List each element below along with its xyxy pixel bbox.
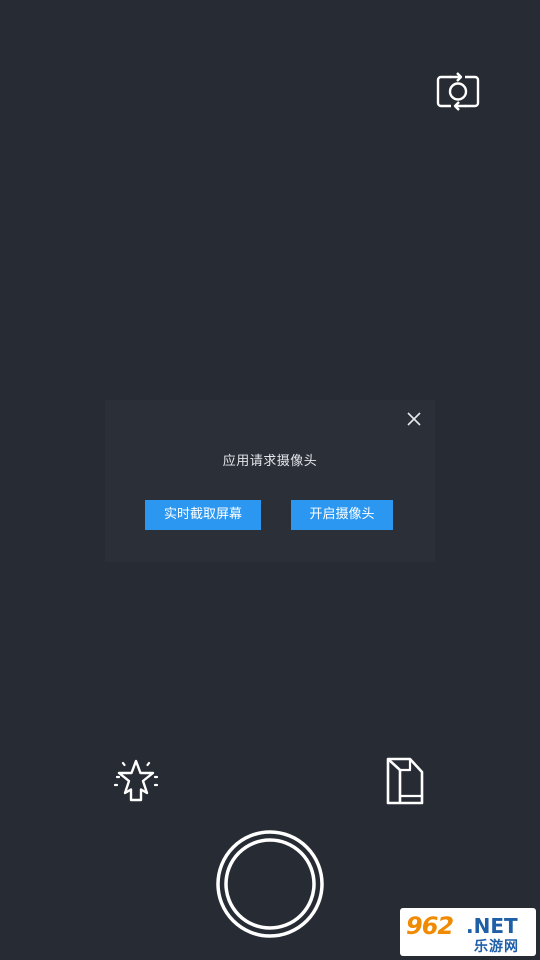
- camera-switch-icon: [436, 72, 480, 111]
- open-camera-button[interactable]: 开启摄像头: [291, 500, 393, 530]
- screen-capture-button[interactable]: 实时截取屏幕: [145, 500, 261, 530]
- watermark-number: 962: [406, 912, 454, 940]
- shutter-icon: [216, 830, 324, 938]
- dialog-close-button[interactable]: [404, 409, 424, 429]
- document-icon: [386, 757, 424, 805]
- close-icon: [407, 412, 421, 426]
- camera-permission-dialog: 应用请求摄像头 实时截取屏幕 开启摄像头: [106, 401, 434, 561]
- shutter-button[interactable]: [215, 829, 325, 939]
- effects-button[interactable]: [110, 754, 162, 806]
- switch-camera-button[interactable]: [432, 66, 484, 114]
- watermark-domain: .NET: [466, 914, 518, 938]
- gallery-button[interactable]: [380, 754, 430, 808]
- site-watermark: 962 .NET 乐游网: [400, 908, 536, 956]
- dialog-message: 应用请求摄像头: [222, 454, 318, 469]
- watermark-subtitle: 乐游网: [474, 939, 519, 955]
- sparkle-star-icon: [113, 759, 159, 802]
